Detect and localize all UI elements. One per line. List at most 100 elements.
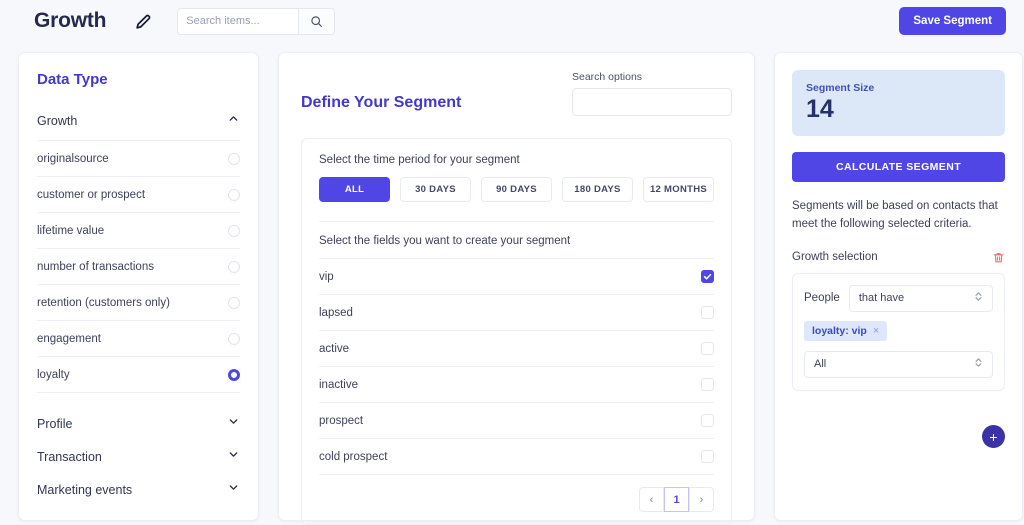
pagination-prev-button[interactable]: ‹: [639, 487, 664, 512]
growth-selection-title: Growth selection: [792, 251, 878, 264]
define-segment-panel: Define Your Segment Search options Selec…: [278, 52, 755, 525]
calculate-segment-button[interactable]: CALCULATE SEGMENT: [792, 152, 1005, 183]
pagination-page-1[interactable]: 1: [664, 487, 689, 512]
sidebar-option-list: originalsource customer or prospect life…: [37, 140, 240, 392]
define-segment-title: Define Your Segment: [301, 94, 462, 111]
field-list: vip lapsed active inactive prospect cold…: [319, 258, 714, 474]
radio-icon[interactable]: [228, 224, 240, 237]
app-header: Growth Save Segment: [0, 0, 1024, 42]
checkbox-icon[interactable]: [701, 378, 714, 391]
stepper-icon[interactable]: [974, 290, 983, 306]
sidebar-group-label: Transaction: [37, 449, 102, 464]
checkbox-icon[interactable]: [701, 450, 714, 463]
sidebar-item-engagement[interactable]: engagement: [37, 320, 240, 356]
field-label: active: [319, 342, 350, 355]
sidebar-group-growth[interactable]: Growth: [37, 105, 240, 140]
field-row-inactive[interactable]: inactive: [319, 366, 714, 402]
fields-label: Select the fields you want to create you…: [319, 221, 714, 247]
sidebar-item-loyalty[interactable]: loyalty: [37, 356, 240, 392]
sidebar-group-label: Marketing events: [37, 482, 133, 497]
segment-size-label: Segment Size: [806, 82, 875, 94]
selected-filter-chip[interactable]: loyalty: vip ×: [804, 320, 888, 341]
field-label: vip: [319, 270, 334, 283]
time-period-12-months[interactable]: 12 MONTHS: [643, 177, 714, 202]
radio-icon[interactable]: [228, 152, 240, 165]
time-period-label: Select the time period for your segment: [319, 154, 520, 166]
radio-icon-selected[interactable]: [228, 368, 240, 381]
checkbox-icon[interactable]: [701, 342, 714, 355]
search-options-input[interactable]: [573, 89, 731, 115]
sidebar-item-label: retention (customers only): [37, 296, 170, 309]
condition-select[interactable]: that have: [848, 284, 993, 312]
field-label: prospect: [319, 414, 364, 427]
field-row-cold-prospect[interactable]: cold prospect: [319, 438, 714, 474]
save-segment-button[interactable]: Save Segment: [899, 7, 1006, 35]
search-icon[interactable]: [298, 8, 335, 34]
pencil-icon[interactable]: [134, 12, 153, 31]
chevron-down-icon[interactable]: [227, 481, 240, 499]
sidebar-item-label: lifetime value: [37, 224, 105, 237]
sidebar-item-number-of-transactions[interactable]: number of transactions: [37, 248, 240, 284]
checkbox-icon[interactable]: [701, 414, 714, 427]
sidebar-item-lifetime-value[interactable]: lifetime value: [37, 212, 240, 248]
field-label: cold prospect: [319, 450, 388, 463]
trash-icon[interactable]: [992, 251, 1005, 264]
sidebar-group-label: Profile: [37, 416, 73, 431]
radio-icon[interactable]: [228, 260, 240, 273]
sidebar-item-label: customer or prospect: [37, 188, 146, 201]
sidebar-group-marketing-events[interactable]: Marketing events: [37, 473, 240, 506]
page-title: Growth: [34, 9, 107, 32]
stepper-icon[interactable]: [974, 356, 983, 372]
sidebar-group-profile[interactable]: Profile: [37, 407, 240, 440]
sidebar-item-retention[interactable]: retention (customers only): [37, 284, 240, 320]
sidebar-item-label: number of transactions: [37, 260, 154, 273]
sidebar-item-label: engagement: [37, 332, 101, 345]
time-period-180-days[interactable]: 180 DAYS: [562, 177, 633, 202]
segment-size-card: Segment Size 14: [792, 70, 1005, 137]
chip-label: loyalty: vip: [812, 324, 867, 337]
segment-summary-panel: Segment Size 14 CALCULATE SEGMENT Segmen…: [774, 52, 1023, 521]
sidebar-group-transaction[interactable]: Transaction: [37, 440, 240, 473]
time-period-all[interactable]: ALL: [319, 177, 390, 202]
time-period-30-days[interactable]: 30 DAYS: [400, 177, 471, 202]
sidebar-item-customer-or-prospect[interactable]: customer or prospect: [37, 176, 240, 212]
time-period-90-days[interactable]: 90 DAYS: [481, 177, 552, 202]
main-layout: Data Type Growth originalsource customer…: [0, 42, 1024, 525]
field-label: lapsed: [319, 306, 353, 319]
radio-icon[interactable]: [228, 188, 240, 201]
chevron-down-icon[interactable]: [227, 448, 240, 466]
search-options-box[interactable]: [572, 88, 732, 116]
chevron-down-icon[interactable]: [227, 415, 240, 433]
search-options-group: Search options: [572, 71, 732, 116]
scope-select[interactable]: All: [804, 350, 993, 378]
center-header: Define Your Segment Search options: [301, 71, 732, 116]
field-row-vip[interactable]: vip: [319, 258, 714, 294]
checkbox-icon-checked[interactable]: [701, 270, 714, 283]
field-label: inactive: [319, 378, 358, 391]
search-options-icon[interactable]: [731, 89, 732, 115]
growth-selection-header: Growth selection: [792, 251, 1005, 264]
scope-select-value: All: [814, 358, 827, 371]
add-selection-button[interactable]: +: [982, 425, 1005, 448]
sidebar-item-originalsource[interactable]: originalsource: [37, 140, 240, 176]
people-label: People: [804, 292, 840, 305]
header-search[interactable]: [177, 7, 336, 35]
radio-icon[interactable]: [228, 332, 240, 345]
field-row-prospect[interactable]: prospect: [319, 402, 714, 438]
search-input[interactable]: [178, 8, 299, 34]
close-icon[interactable]: ×: [873, 325, 879, 337]
field-row-active[interactable]: active: [319, 330, 714, 366]
sidebar-title: Data Type: [37, 71, 108, 88]
segment-size-value: 14: [806, 95, 834, 123]
search-options-label: Search options: [572, 71, 643, 83]
chevron-up-icon[interactable]: [227, 112, 240, 130]
time-period-group: ALL 30 DAYS 90 DAYS 180 DAYS 12 MONTHS: [319, 177, 714, 202]
sidebar-item-label: originalsource: [37, 152, 109, 165]
checkbox-icon[interactable]: [701, 306, 714, 319]
field-row-lapsed[interactable]: lapsed: [319, 294, 714, 330]
sidebar-panel: Data Type Growth originalsource customer…: [18, 52, 259, 521]
pagination-next-button[interactable]: ›: [689, 487, 714, 512]
radio-icon[interactable]: [228, 296, 240, 309]
segment-builder-box: Select the time period for your segment …: [301, 138, 732, 525]
